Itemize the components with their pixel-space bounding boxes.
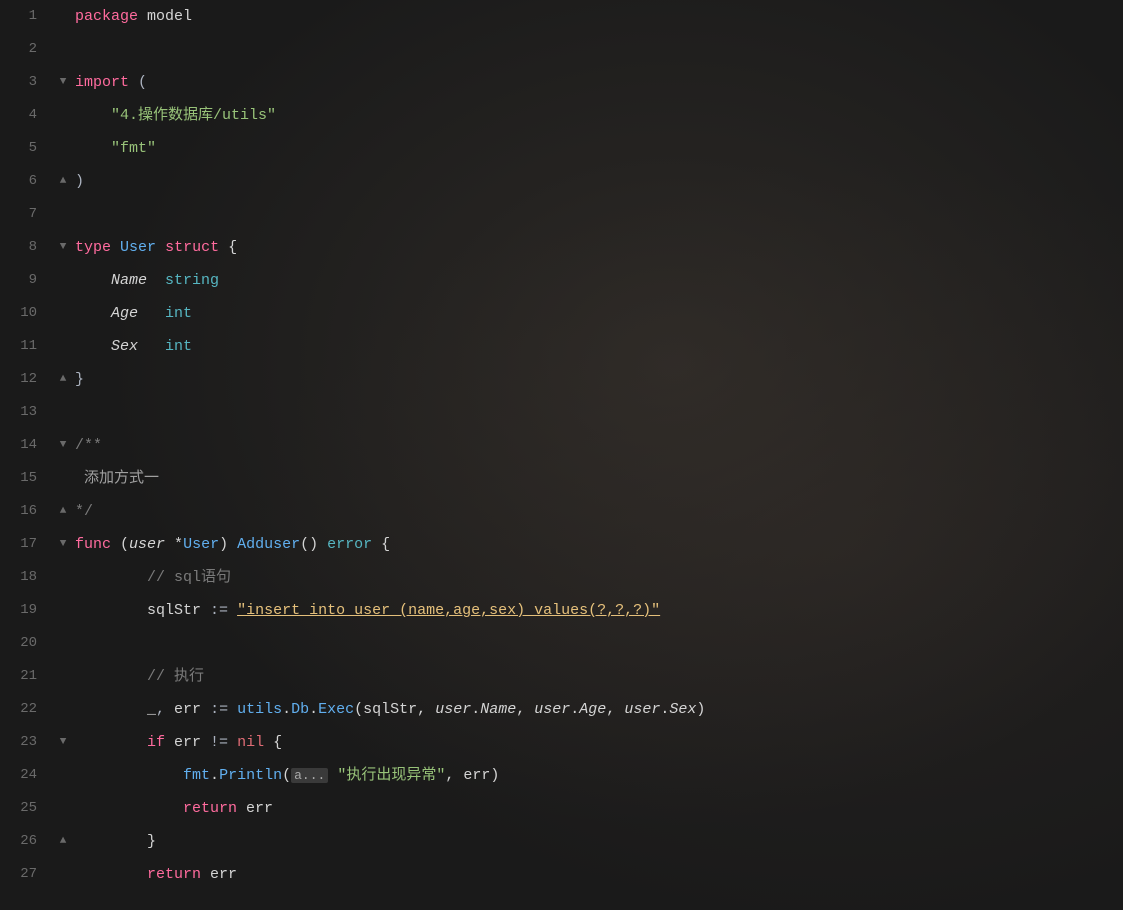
code-line: 4 "4.操作数据库/utils" xyxy=(0,99,1123,132)
fold-icon[interactable]: ▼ xyxy=(55,429,71,462)
line-number: 11 xyxy=(0,330,55,363)
line-content: ) xyxy=(71,165,84,198)
code-line: 14▼/** xyxy=(0,429,1123,462)
line-content: fmt.Println(a... "执行出现异常", err) xyxy=(71,759,499,792)
line-number: 2 xyxy=(0,33,55,66)
line-number: 14 xyxy=(0,429,55,462)
fold-icon[interactable]: ▼ xyxy=(55,66,71,99)
line-content: Sex int xyxy=(71,330,192,363)
fold-icon[interactable]: ▼ xyxy=(55,528,71,561)
line-number: 27 xyxy=(0,858,55,891)
fold-icon[interactable]: ▲ xyxy=(55,165,71,198)
line-number: 4 xyxy=(0,99,55,132)
line-content: Age int xyxy=(71,297,192,330)
line-content: } xyxy=(71,825,156,858)
code-line: 1 package model xyxy=(0,0,1123,33)
line-content: // 执行 xyxy=(71,660,204,693)
code-line: 12▲} xyxy=(0,363,1123,396)
line-number: 10 xyxy=(0,297,55,330)
code-line: 16▲*/ xyxy=(0,495,1123,528)
code-line: 25 return err xyxy=(0,792,1123,825)
line-number: 18 xyxy=(0,561,55,594)
line-number: 13 xyxy=(0,396,55,429)
code-line: 24 fmt.Println(a... "执行出现异常", err) xyxy=(0,759,1123,792)
line-number: 23 xyxy=(0,726,55,759)
line-number: 16 xyxy=(0,495,55,528)
line-content: import ( xyxy=(71,66,147,99)
line-content: if err != nil { xyxy=(71,726,282,759)
code-line: 26▲ } xyxy=(0,825,1123,858)
line-content: "fmt" xyxy=(71,132,156,165)
line-number: 1 xyxy=(0,0,55,33)
code-line: 11 Sex int xyxy=(0,330,1123,363)
line-number: 3 xyxy=(0,66,55,99)
line-number: 21 xyxy=(0,660,55,693)
line-number: 12 xyxy=(0,363,55,396)
code-line: 3▼import ( xyxy=(0,66,1123,99)
line-number: 5 xyxy=(0,132,55,165)
line-number: 6 xyxy=(0,165,55,198)
code-line: 6▲) xyxy=(0,165,1123,198)
line-number: 25 xyxy=(0,792,55,825)
code-editor: 1package model23▼import (4 "4.操作数据库/util… xyxy=(0,0,1123,910)
line-content: Name string xyxy=(71,264,219,297)
code-line: 23▼ if err != nil { xyxy=(0,726,1123,759)
line-content: // sql语句 xyxy=(71,561,231,594)
line-number: 7 xyxy=(0,198,55,231)
code-line: 7 xyxy=(0,198,1123,231)
code-line: 19 sqlStr := "insert into user (name,age… xyxy=(0,594,1123,627)
code-line: 13 xyxy=(0,396,1123,429)
line-number: 19 xyxy=(0,594,55,627)
line-number: 8 xyxy=(0,231,55,264)
code-line: 10 Age int xyxy=(0,297,1123,330)
line-content: return err xyxy=(71,792,273,825)
line-content: return err xyxy=(71,858,237,891)
code-line: 18 // sql语句 xyxy=(0,561,1123,594)
fold-icon[interactable]: ▼ xyxy=(55,231,71,264)
code-line: 9 Name string xyxy=(0,264,1123,297)
line-content: package model xyxy=(71,0,192,33)
fold-icon[interactable]: ▼ xyxy=(55,726,71,759)
line-number: 24 xyxy=(0,759,55,792)
line-content: */ xyxy=(71,495,93,528)
line-content: } xyxy=(71,363,84,396)
code-line: 5 "fmt" xyxy=(0,132,1123,165)
line-number: 26 xyxy=(0,825,55,858)
fold-icon[interactable]: ▲ xyxy=(55,363,71,396)
code-line: 20 xyxy=(0,627,1123,660)
code-line: 8▼type User struct { xyxy=(0,231,1123,264)
line-content: sqlStr := "insert into user (name,age,se… xyxy=(71,594,660,627)
line-content: _, err := utils.Db.Exec(sqlStr, user.Nam… xyxy=(71,693,705,726)
line-number: 9 xyxy=(0,264,55,297)
line-number: 17 xyxy=(0,528,55,561)
line-content: /** xyxy=(71,429,102,462)
line-number: 20 xyxy=(0,627,55,660)
line-content: "4.操作数据库/utils" xyxy=(71,99,276,132)
code-line: 27 return err xyxy=(0,858,1123,891)
line-number: 15 xyxy=(0,462,55,495)
code-line: 22 _, err := utils.Db.Exec(sqlStr, user.… xyxy=(0,693,1123,726)
line-content: func (user *User) Adduser() error { xyxy=(71,528,390,561)
line-content: 添加方式一 xyxy=(71,462,159,495)
code-line: 21 // 执行 xyxy=(0,660,1123,693)
fold-icon[interactable]: ▲ xyxy=(55,825,71,858)
line-number: 22 xyxy=(0,693,55,726)
code-line: 2 xyxy=(0,33,1123,66)
code-line: 17▼func (user *User) Adduser() error { xyxy=(0,528,1123,561)
fold-icon[interactable]: ▲ xyxy=(55,495,71,528)
code-line: 15 添加方式一 xyxy=(0,462,1123,495)
line-content: type User struct { xyxy=(71,231,237,264)
